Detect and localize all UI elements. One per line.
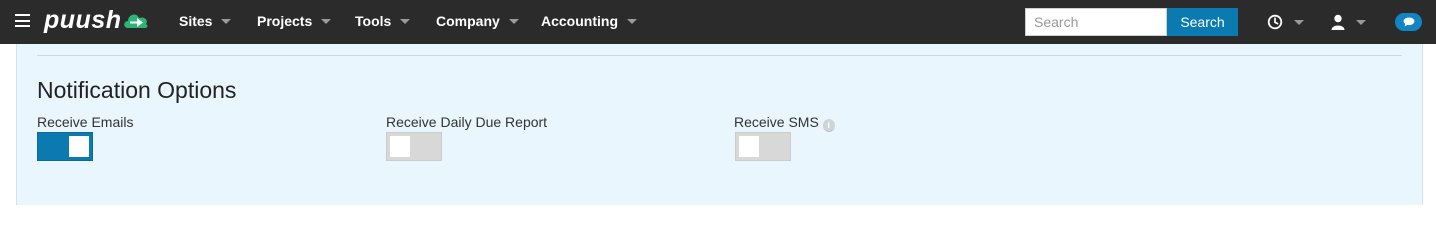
nav-sites-label: Sites (179, 13, 213, 29)
nav-tools[interactable]: Tools (355, 0, 411, 44)
nav-accounting[interactable]: Accounting (541, 0, 637, 44)
logo[interactable]: puush (44, 6, 122, 35)
clock-icon (1267, 14, 1283, 30)
nav-sites[interactable]: Sites (179, 0, 232, 44)
user-menu[interactable] (1331, 11, 1371, 33)
chevron-down-icon (221, 18, 232, 24)
receive-sms-label: Receive SMS (734, 114, 819, 130)
search-input[interactable] (1025, 8, 1167, 36)
receive-emails-label: Receive Emails (37, 114, 134, 130)
chat-icon (1403, 17, 1415, 27)
toggle-knob (69, 136, 89, 157)
section-title: Notification Options (37, 77, 237, 103)
search-button[interactable]: Search (1167, 8, 1238, 36)
logo-cloud-arrow-icon (124, 14, 148, 28)
divider (37, 55, 1402, 56)
nav-projects[interactable]: Projects (257, 0, 332, 44)
toggle-knob (390, 136, 410, 157)
chat-button[interactable] (1395, 13, 1422, 31)
nav-accounting-label: Accounting (541, 13, 618, 29)
receive-sms-label-row: Receive SMS i (734, 114, 835, 132)
notification-options-panel: Notification Options Receive Emails Rece… (16, 44, 1423, 205)
history-menu[interactable] (1267, 11, 1307, 33)
receive-emails-toggle[interactable] (37, 132, 93, 161)
user-icon (1331, 14, 1345, 30)
chevron-down-icon (508, 18, 519, 24)
receive-daily-due-report-toggle[interactable] (386, 132, 442, 161)
menu-icon[interactable] (15, 14, 30, 27)
chevron-down-icon (400, 18, 411, 24)
toggle-knob (739, 136, 759, 157)
nav-company[interactable]: Company (436, 0, 519, 44)
chevron-down-icon (321, 18, 332, 24)
top-navigation-bar: puush Sites Projects Tools Company Accou… (0, 0, 1436, 44)
chevron-down-icon (627, 18, 637, 24)
chevron-down-icon (1294, 20, 1304, 25)
nav-projects-label: Projects (257, 13, 313, 29)
receive-daily-due-report-label: Receive Daily Due Report (386, 114, 548, 130)
nav-company-label: Company (436, 13, 500, 29)
nav-tools-label: Tools (355, 13, 392, 29)
receive-sms-toggle[interactable] (735, 132, 791, 161)
info-icon[interactable]: i (822, 119, 835, 132)
chevron-down-icon (1356, 20, 1366, 25)
